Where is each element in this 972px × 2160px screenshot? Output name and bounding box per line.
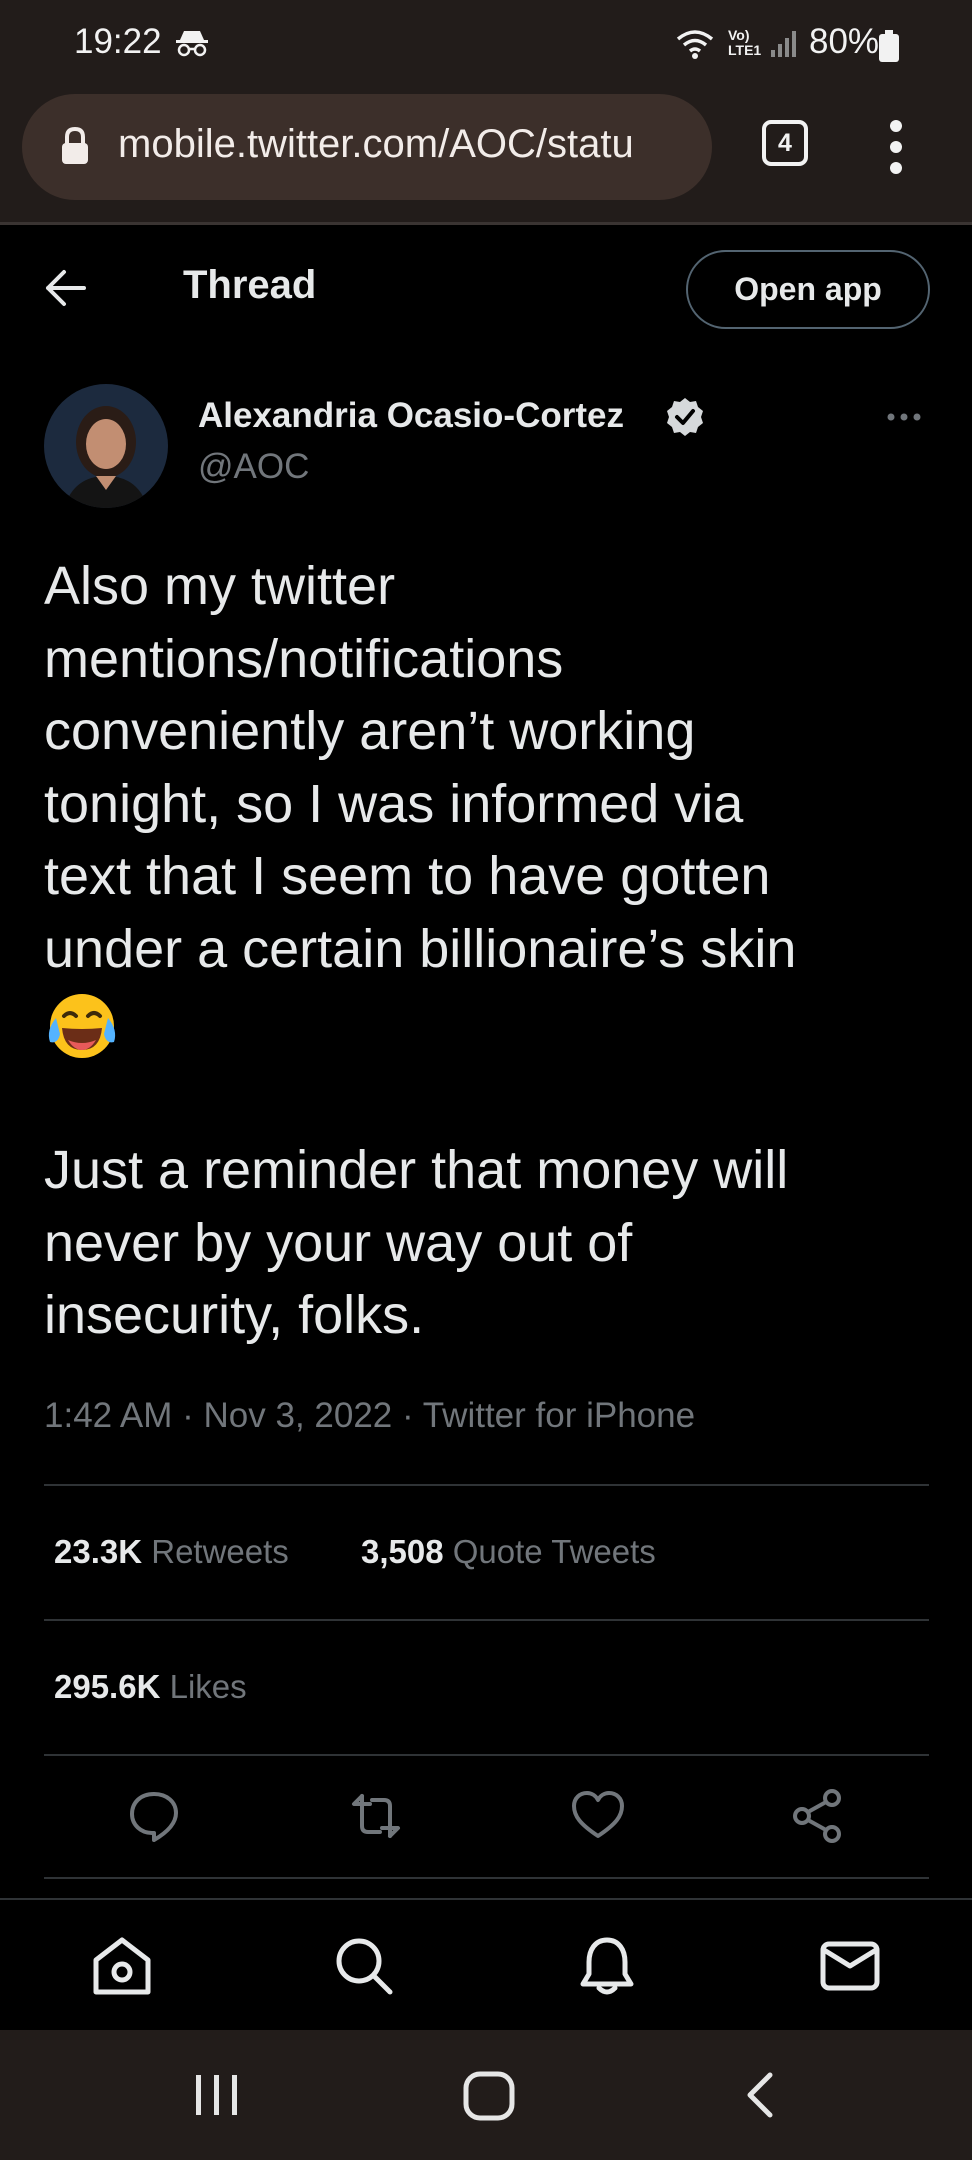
face-with-tears-of-joy-icon: [48, 994, 116, 1058]
incognito-icon: [176, 31, 208, 57]
author-handle[interactable]: @AOC: [198, 447, 309, 487]
back-arrow-icon[interactable]: [44, 268, 88, 308]
avatar[interactable]: [44, 384, 168, 508]
tweet-text-paragraph-1: Also my twitter mentions/notifications c…: [44, 550, 934, 985]
likes-stat[interactable]: 295.6K Likes: [54, 1668, 247, 1706]
signal-icon: [771, 31, 796, 57]
back-nav-icon[interactable]: [742, 2071, 778, 2119]
tabs-button[interactable]: 4: [762, 120, 808, 166]
retweet-icon[interactable]: [348, 1788, 404, 1844]
notifications-bell-icon[interactable]: [575, 1934, 639, 1998]
network-indicator: Vo) LTE1: [728, 27, 762, 58]
quotes-label: Quote Tweets: [452, 1533, 656, 1570]
home-icon[interactable]: [90, 1934, 154, 1998]
divider: [44, 1754, 929, 1756]
tweet-paragraph-1: Also my twitter mentions/notifications c…: [44, 556, 797, 979]
messages-mail-icon[interactable]: [818, 1934, 882, 1998]
battery-percent: 80%: [809, 22, 880, 61]
retweets-count: 23.3K: [54, 1533, 143, 1570]
quote-tweets-stat[interactable]: 3,508 Quote Tweets: [361, 1533, 656, 1571]
author-name[interactable]: Alexandria Ocasio-Cortez: [198, 396, 624, 436]
tweet-paragraph-2: Just a reminder that money will never by…: [44, 1140, 789, 1345]
search-icon[interactable]: [332, 1934, 396, 1998]
divider: [44, 1877, 929, 1879]
verified-badge-icon: [667, 398, 703, 436]
likes-count: 295.6K: [54, 1668, 161, 1705]
lock-icon: [62, 126, 88, 164]
battery-icon: [879, 30, 899, 62]
tweet-timestamp[interactable]: 1:42 AM · Nov 3, 2022 · Twitter for iPho…: [44, 1396, 695, 1436]
open-app-button[interactable]: Open app: [686, 250, 930, 329]
wifi-icon: [676, 30, 714, 59]
reply-icon[interactable]: [126, 1788, 182, 1844]
more-vert-icon[interactable]: [884, 118, 908, 176]
quotes-count: 3,508: [361, 1533, 444, 1570]
like-heart-icon[interactable]: [570, 1788, 626, 1844]
status-time: 19:22: [74, 22, 162, 61]
more-horizontal-icon[interactable]: [886, 410, 922, 424]
divider: [44, 1484, 929, 1486]
divider: [44, 1619, 929, 1621]
recent-apps-icon[interactable]: [190, 2071, 244, 2119]
retweets-stat[interactable]: 23.3K Retweets: [54, 1533, 289, 1571]
likes-label: Likes: [169, 1668, 247, 1705]
page-title: Thread: [183, 263, 317, 307]
url-text[interactable]: mobile.twitter.com/AOC/statu: [118, 122, 698, 167]
retweets-label: Retweets: [151, 1533, 289, 1570]
share-icon[interactable]: [790, 1788, 846, 1844]
home-button-icon[interactable]: [462, 2070, 516, 2122]
